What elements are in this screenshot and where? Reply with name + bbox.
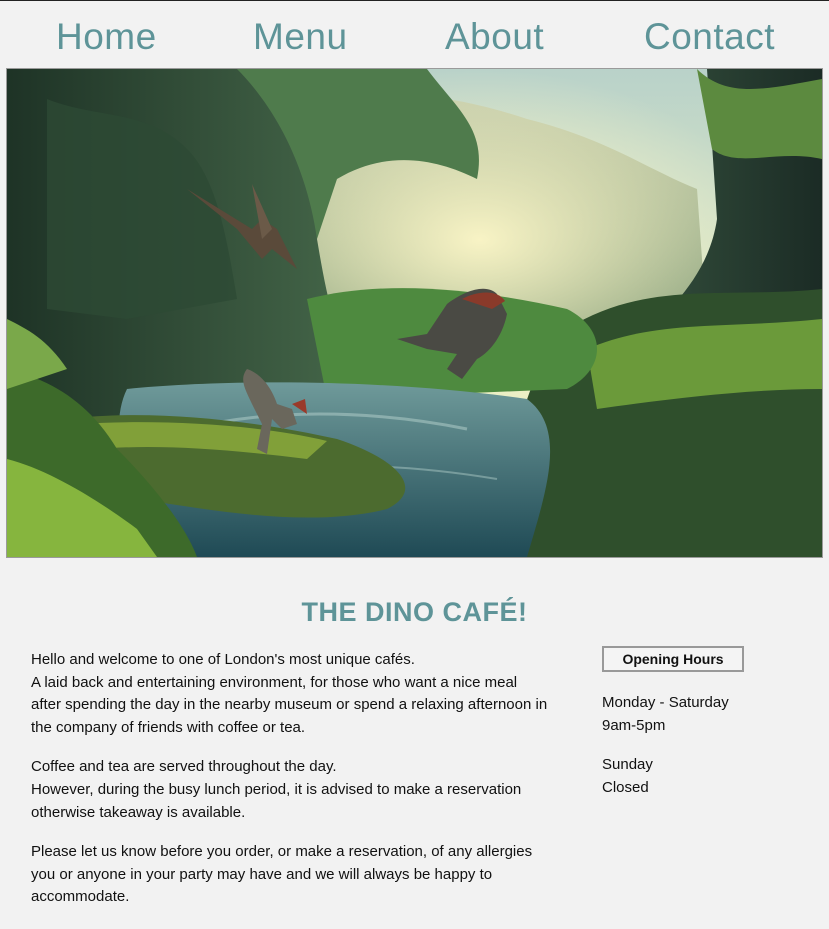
nav-menu-link[interactable]: Menu [253,15,348,59]
nav-contact-link[interactable]: Contact [644,15,775,59]
intro-paragraph: Please let us know before you order, or … [31,841,551,909]
intro-line: However, during the busy lunch period, i… [31,780,522,821]
hours-time: Closed [602,778,649,796]
hours-weekday: Monday - Saturday 9am-5pm [602,692,802,737]
hours-days: Sunday [602,756,653,774]
intro-line: Hello and welcome to one of London's mos… [31,651,415,668]
opening-hours: Opening Hours Monday - Saturday 9am-5pm … [602,646,802,799]
page-title: THE DINO CAFÉ! [301,597,528,628]
nav-home-link[interactable]: Home [56,15,157,59]
hours-time: 9am-5pm [602,716,666,734]
main-nav: Home Menu About Contact [0,1,829,68]
hours-sunday: Sunday Closed [602,754,802,799]
intro-line: Coffee and tea are served throughout the… [31,758,337,776]
intro-paragraph: Coffee and tea are served throughout the… [31,756,551,824]
hero-illustration [7,69,822,557]
hours-days: Monday - Saturday [602,694,729,711]
nav-about-link[interactable]: About [445,15,544,59]
opening-hours-title: Opening Hours [602,646,744,672]
intro-paragraph: Hello and welcome to one of London's mos… [31,649,551,739]
intro-text: Hello and welcome to one of London's mos… [31,649,551,926]
intro-line: A laid back and entertaining environment… [31,673,548,736]
hero-image [6,68,823,558]
intro-line: Please let us know before you order, or … [31,843,533,906]
